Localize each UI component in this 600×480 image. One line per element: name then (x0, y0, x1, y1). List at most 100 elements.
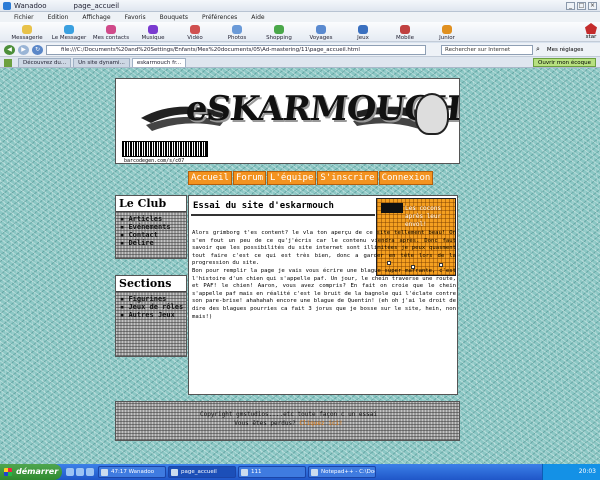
nav-accueil[interactable]: Accueil (188, 171, 232, 185)
close-button[interactable]: × (588, 1, 597, 10)
site-banner: eSKARMOUCH barcodegen.com/s/c07 (115, 78, 460, 164)
plane-icon (316, 25, 326, 34)
portal-item-mes-contacts[interactable]: Mes contacts (90, 25, 132, 41)
new-tab-button[interactable] (4, 59, 12, 67)
portal-item-musique[interactable]: Musique (132, 25, 174, 41)
menu-aide[interactable]: Aide (251, 14, 264, 21)
star-icon (585, 23, 597, 34)
search-icon[interactable]: ⌕ (536, 45, 540, 54)
portal-item-label: Le Messager (51, 35, 87, 41)
title-divider (191, 214, 375, 216)
section-link-jeux-de-roles[interactable]: Jeux de rôles (120, 303, 184, 311)
portal-item-le-messager[interactable]: Le Messager (48, 25, 90, 41)
nav-inscrire[interactable]: S'inscrire (317, 171, 378, 185)
window-title: page_accueil (73, 1, 120, 10)
sections-list: Figurines Jeux de rôles Autres Jeux (116, 292, 186, 322)
club-link-delire[interactable]: Délire (120, 239, 184, 247)
help-prefix: Vous êtes perdus? (234, 420, 296, 427)
minimize-button[interactable]: _ (566, 1, 575, 10)
portal-item-label: Photos (227, 35, 247, 41)
open-ecoque-button[interactable]: Ouvrir mon écoque (533, 58, 596, 67)
portal-item-voyages[interactable]: Voyages (300, 25, 342, 41)
menu-edition[interactable]: Edition (48, 14, 69, 21)
nav-equipe[interactable]: L'équipe (267, 171, 317, 185)
copyright-line: Copyright gmstudios....etc toute façon c… (199, 411, 377, 418)
image-caption: Les cocons après leur envol! (405, 205, 442, 228)
menu-fichier[interactable]: Fichier (14, 14, 34, 21)
tab-site-dynamique[interactable]: Un site dynami... (73, 58, 130, 67)
nav-forum[interactable]: Forum (232, 171, 267, 185)
article-body: Alors grimborg t'es content? le vla ton … (192, 230, 456, 320)
photo-icon (232, 25, 242, 34)
menu-favoris[interactable]: Favoris (125, 14, 146, 21)
portal-item-label: Shopping (266, 35, 292, 41)
portal-item-label: Junior (439, 35, 455, 41)
portal-item-label: Musique (141, 35, 165, 41)
portal-item-label: Mes contacts (92, 35, 130, 41)
portal-item-vid-o[interactable]: Vidéo (174, 25, 216, 41)
portal-item-label: Voyages (309, 35, 333, 41)
nav-connexion[interactable]: Connexion (378, 171, 434, 185)
forward-button[interactable]: ▶ (18, 44, 29, 55)
portal-item-mobile[interactable]: Mobile (384, 25, 426, 41)
portal-item-shopping[interactable]: Shopping (258, 25, 300, 41)
section-link-autres-jeux[interactable]: Autres Jeux (120, 311, 184, 319)
mail-icon (22, 25, 32, 34)
page-title: Essai du site d'eskarmouch (193, 201, 334, 211)
quicklaunch-icon[interactable] (86, 468, 94, 476)
taskbar-item-page-accueil[interactable]: page_accueil (168, 466, 236, 478)
club-link-articles[interactable]: Articles (120, 215, 184, 223)
start-button[interactable]: démarrer (0, 464, 62, 480)
music-icon (148, 25, 158, 34)
maximize-button[interactable]: □ (577, 1, 586, 10)
messenger-icon (64, 25, 74, 34)
junior-icon (442, 25, 452, 34)
shopping-icon (274, 25, 284, 34)
section-link-figurines[interactable]: Figurines (120, 295, 184, 303)
quicklaunch-icon[interactable] (66, 468, 74, 476)
quicklaunch-icon[interactable] (76, 468, 84, 476)
taskbar-item-notepad[interactable]: Notepad++ - C:\Doc... (308, 466, 376, 478)
portal-item-photos[interactable]: Photos (216, 25, 258, 41)
sections-box: Sections Figurines Jeux de rôles Autres … (115, 275, 187, 357)
reload-button[interactable]: ↻ (32, 44, 43, 55)
menu-bouquets[interactable]: Bouquets (160, 14, 188, 21)
wanadoo-app-icon (3, 1, 11, 10)
club-title: Le Club (116, 196, 186, 212)
contacts-icon (106, 25, 116, 34)
portal-item-label: Mobile (395, 35, 415, 41)
page-viewport: eSKARMOUCH barcodegen.com/s/c07 Accueil … (0, 68, 600, 464)
footer-text: Copyright gmstudios....etc toute façon c… (116, 410, 461, 428)
games-icon (358, 25, 368, 34)
portal-item-junior[interactable]: Junior (426, 25, 468, 41)
navigation-toolbar: ◀ ▶ ↻ file:///C:/Documents%20and%20Setti… (0, 43, 600, 57)
barcode-text: barcodegen.com/s/c07 (124, 158, 185, 164)
help-link[interactable]: Cliquez ici! (299, 420, 342, 427)
system-tray: 20:03 (542, 464, 600, 480)
window-titlebar: Wanadoo page_accueil _ □ × (0, 0, 600, 12)
taskbar-item-111[interactable]: 111 (238, 466, 306, 478)
video-icon (190, 25, 200, 34)
portal-item-label: Messagerie (11, 35, 43, 41)
settings-link[interactable]: Mes réglages (547, 47, 583, 53)
club-box: Le Club Articles Evénements Contact Déli… (115, 195, 187, 259)
back-button[interactable]: ◀ (4, 44, 15, 55)
clock: 20:03 (578, 468, 596, 475)
mobile-icon (400, 25, 410, 34)
club-link-evenements[interactable]: Evénements (120, 223, 184, 231)
tab-eskarmouch[interactable]: eskarmouch fr... (131, 58, 187, 67)
menu-preferences[interactable]: Préférences (202, 14, 237, 21)
star-button[interactable]: star (585, 23, 597, 40)
portal-item-label: Vidéo (187, 35, 203, 41)
tab-decouvrez[interactable]: Découvrez du... (18, 58, 72, 67)
portal-item-jeux[interactable]: Jeux (342, 25, 384, 41)
club-list: Articles Evénements Contact Délire (116, 212, 186, 250)
address-bar[interactable]: file:///C:/Documents%20and%20Settings/En… (46, 44, 426, 55)
help-line: Vous êtes perdus? Cliquez ici! (116, 419, 461, 428)
club-link-contact[interactable]: Contact (120, 231, 184, 239)
quick-launch (66, 468, 94, 476)
menu-affichage[interactable]: Affichage (82, 14, 110, 21)
taskbar-item-wanadoo[interactable]: 47:17 Wanadoo (98, 466, 166, 478)
portal-item-messagerie[interactable]: Messagerie (6, 25, 48, 41)
search-input[interactable]: Rechercher sur Internet (441, 44, 533, 55)
